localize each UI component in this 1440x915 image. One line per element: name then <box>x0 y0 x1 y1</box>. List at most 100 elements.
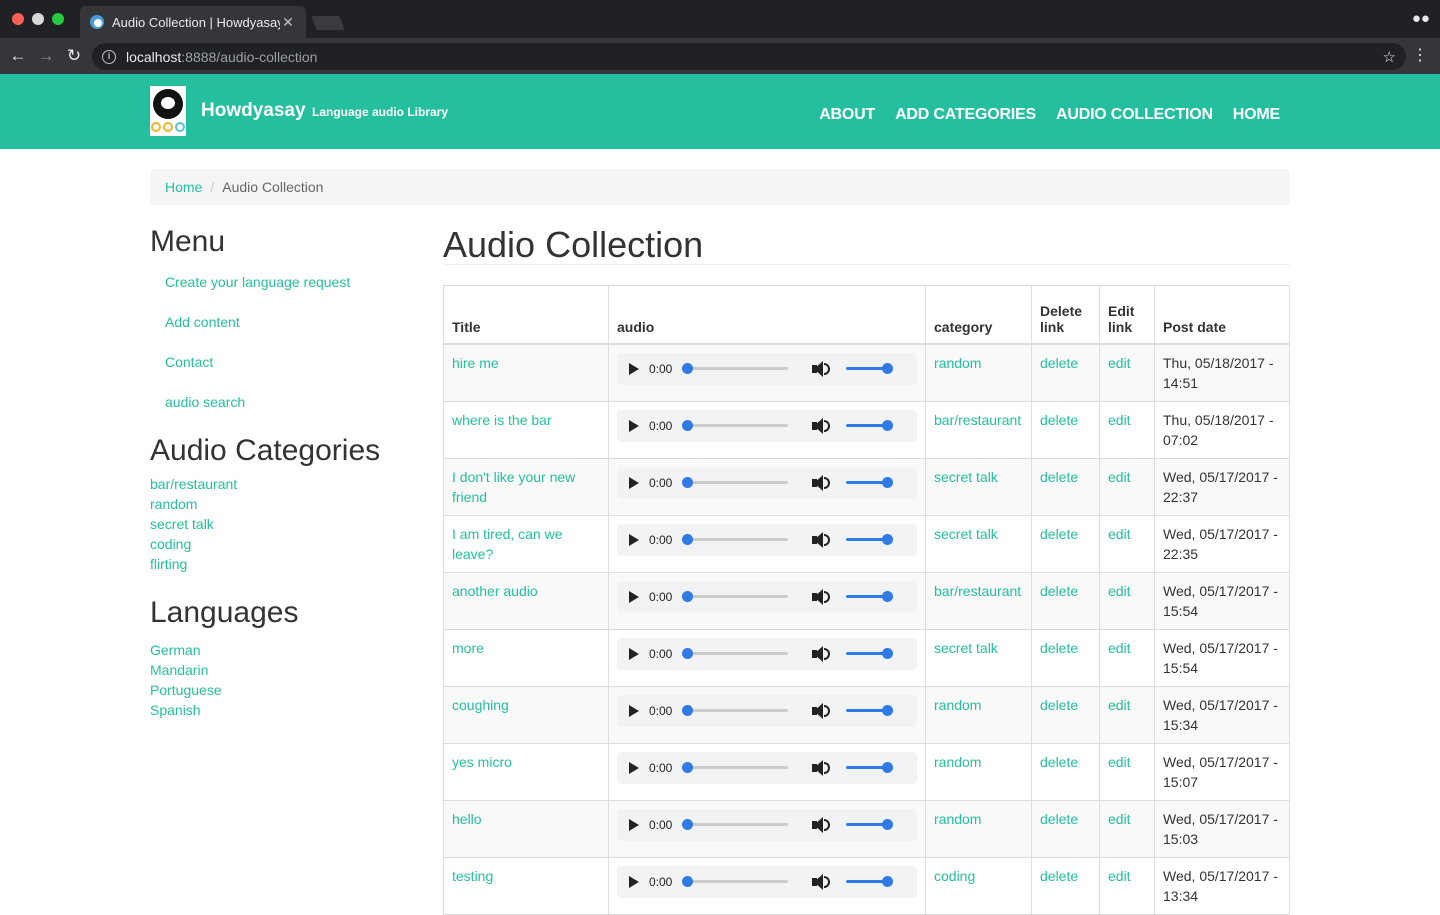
category-link[interactable]: bar/restaurant <box>150 476 237 492</box>
volume-icon[interactable] <box>812 645 832 663</box>
volume-thumb[interactable] <box>882 534 893 545</box>
play-icon[interactable] <box>629 704 639 717</box>
play-icon[interactable] <box>629 362 639 375</box>
window-minimize-button[interactable] <box>32 13 44 25</box>
volume-icon[interactable] <box>812 873 832 891</box>
play-icon[interactable] <box>629 419 639 432</box>
category-link[interactable]: coding <box>934 868 975 884</box>
edit-link[interactable]: edit <box>1108 355 1131 371</box>
header-category[interactable]: category <box>925 285 1032 345</box>
delete-link[interactable]: delete <box>1040 583 1078 599</box>
play-icon[interactable] <box>629 875 639 888</box>
delete-link[interactable]: delete <box>1040 640 1078 656</box>
audio-title-link[interactable]: hello <box>452 811 482 827</box>
audio-title-link[interactable]: yes micro <box>452 754 512 770</box>
menu-link-audio-search[interactable]: audio search <box>165 394 245 410</box>
nav-home[interactable]: HOME <box>1233 106 1280 124</box>
volume-icon[interactable] <box>812 702 832 720</box>
play-icon[interactable] <box>629 761 639 774</box>
edit-link[interactable]: edit <box>1108 469 1131 485</box>
delete-link[interactable]: delete <box>1040 412 1078 428</box>
seek-slider[interactable] <box>682 648 788 659</box>
language-link[interactable]: German <box>150 642 201 658</box>
address-bar[interactable]: i localhost:8888/audio-collection ☆ <box>92 43 1406 70</box>
seek-thumb[interactable] <box>682 363 693 374</box>
volume-thumb[interactable] <box>882 591 893 602</box>
edit-link[interactable]: edit <box>1108 697 1131 713</box>
seek-thumb[interactable] <box>682 534 693 545</box>
delete-link[interactable]: delete <box>1040 868 1078 884</box>
nav-about[interactable]: ABOUT <box>819 106 875 124</box>
menu-link-contact[interactable]: Contact <box>165 354 213 370</box>
seek-slider[interactable] <box>682 819 788 830</box>
category-link[interactable]: secret talk <box>934 526 998 542</box>
volume-icon[interactable] <box>812 474 832 492</box>
header-title[interactable]: Title <box>443 285 609 345</box>
category-link[interactable]: random <box>934 697 981 713</box>
audio-title-link[interactable]: another audio <box>452 583 538 599</box>
volume-slider[interactable] <box>846 420 893 431</box>
seek-slider[interactable] <box>682 762 788 773</box>
volume-icon[interactable] <box>812 759 832 777</box>
seek-thumb[interactable] <box>682 591 693 602</box>
site-name-link[interactable]: Howdyasay <box>201 100 306 121</box>
play-icon[interactable] <box>629 647 639 660</box>
volume-thumb[interactable] <box>882 648 893 659</box>
seek-thumb[interactable] <box>682 705 693 716</box>
forward-arrow-icon[interactable]: → <box>34 44 58 68</box>
seek-thumb[interactable] <box>682 648 693 659</box>
nav-audio-collection[interactable]: AUDIO COLLECTION <box>1056 106 1213 124</box>
edit-link[interactable]: edit <box>1108 412 1131 428</box>
volume-icon[interactable] <box>812 531 832 549</box>
category-link[interactable]: secret talk <box>150 516 214 532</box>
header-post-date[interactable]: Post date <box>1154 285 1290 345</box>
seek-thumb[interactable] <box>682 420 693 431</box>
language-link[interactable]: Portuguese <box>150 682 222 698</box>
audio-title-link[interactable]: I don't like your new friend <box>452 469 575 505</box>
edit-link[interactable]: edit <box>1108 811 1131 827</box>
volume-slider[interactable] <box>846 876 893 887</box>
volume-slider[interactable] <box>846 477 893 488</box>
edit-link[interactable]: edit <box>1108 868 1131 884</box>
delete-link[interactable]: delete <box>1040 697 1078 713</box>
window-close-button[interactable] <box>12 13 24 25</box>
volume-thumb[interactable] <box>882 420 893 431</box>
category-link[interactable]: random <box>934 811 981 827</box>
volume-icon[interactable] <box>812 588 832 606</box>
volume-slider[interactable] <box>846 591 893 602</box>
volume-slider[interactable] <box>846 648 893 659</box>
volume-slider[interactable] <box>846 705 893 716</box>
seek-thumb[interactable] <box>682 762 693 773</box>
audio-title-link[interactable]: testing <box>452 868 493 884</box>
seek-slider[interactable] <box>682 477 788 488</box>
menu-link-add-content[interactable]: Add content <box>165 314 240 330</box>
volume-icon[interactable] <box>812 417 832 435</box>
category-link[interactable]: random <box>934 355 981 371</box>
volume-slider[interactable] <box>846 762 893 773</box>
seek-thumb[interactable] <box>682 876 693 887</box>
language-link[interactable]: Mandarin <box>150 662 208 678</box>
volume-thumb[interactable] <box>882 762 893 773</box>
volume-thumb[interactable] <box>882 477 893 488</box>
volume-thumb[interactable] <box>882 705 893 716</box>
bookmark-star-icon[interactable]: ☆ <box>1383 48 1396 66</box>
audio-title-link[interactable]: coughing <box>452 697 509 713</box>
volume-thumb[interactable] <box>882 819 893 830</box>
browser-menu-icon[interactable]: ⋮ <box>1412 46 1428 66</box>
audio-title-link[interactable]: hire me <box>452 355 499 371</box>
menu-link-language-request[interactable]: Create your language request <box>165 274 350 290</box>
nav-add-categories[interactable]: ADD CATEGORIES <box>895 106 1036 124</box>
language-link[interactable]: Spanish <box>150 702 201 718</box>
volume-thumb[interactable] <box>882 363 893 374</box>
delete-link[interactable]: delete <box>1040 811 1078 827</box>
delete-link[interactable]: delete <box>1040 526 1078 542</box>
play-icon[interactable] <box>629 476 639 489</box>
category-link[interactable]: random <box>934 754 981 770</box>
info-icon[interactable]: i <box>102 49 116 64</box>
category-link[interactable]: coding <box>150 536 191 552</box>
seek-slider[interactable] <box>682 420 788 431</box>
category-link[interactable]: flirting <box>150 556 187 572</box>
edit-link[interactable]: edit <box>1108 526 1131 542</box>
audio-title-link[interactable]: where is the bar <box>452 412 552 428</box>
seek-slider[interactable] <box>682 591 788 602</box>
